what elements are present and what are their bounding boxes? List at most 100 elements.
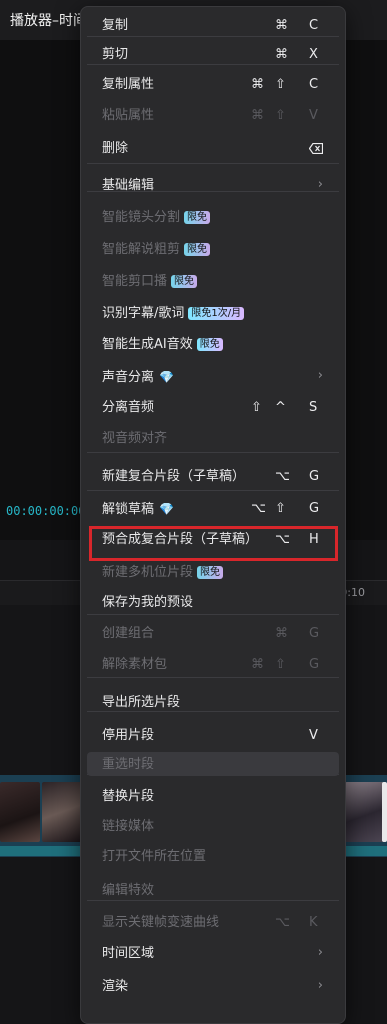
menu-item: 智能镜头分割 限免 (81, 206, 345, 230)
menu-item-label: 分离音频 (102, 400, 155, 415)
menu-item-label: 渲染 (102, 979, 129, 994)
shortcut-key: G (309, 501, 320, 516)
menu-item-label: 打开文件所在位置 (102, 849, 207, 864)
context-menu: 复制 ⌘ C 剪切 ⌘ X 复制属性 ⌘ ⇧ C 粘贴属性 ⌘ ⇧ V 删除基础编辑 › 智能镜头分割 限免 智能解… (80, 6, 346, 1024)
menu-item-label: 创建组合 (102, 626, 155, 641)
menu-item: 重选时段 (81, 753, 345, 777)
shortcut-key: ⌥ (275, 469, 290, 484)
menu-item-label: 停用片段 (102, 728, 155, 743)
menu-item-label: 视音频对齐 (102, 431, 168, 446)
free-badge: 限免 (197, 566, 224, 579)
menu-item-label: 解除素材包 (102, 657, 168, 672)
menu-item[interactable]: 复制属性 ⌘ ⇧ C (81, 73, 345, 97)
menu-item-label: 智能生成AI音效 限免 (102, 337, 223, 353)
menu-item[interactable]: 声音分离 💎 › (81, 365, 345, 389)
menu-item[interactable]: 解锁草稿 💎 ⌥ ⇧ G (81, 497, 345, 521)
menu-item-label: 删除 (102, 141, 129, 156)
menu-item: 解除素材包 ⌘ ⇧ G (81, 653, 345, 677)
menu-item-label: 复制 (102, 18, 129, 33)
shortcut-key: ⇧ (275, 501, 286, 516)
window-title: 播放器–时间 (10, 13, 87, 29)
menu-item[interactable]: 复制 ⌘ C (81, 14, 345, 38)
menu-separator (87, 490, 339, 491)
chevron-right-icon: › (317, 945, 323, 960)
shortcut-key: ⌘ (251, 77, 264, 92)
menu-item[interactable]: 剪切 ⌘ X (81, 43, 345, 67)
shortcut-key: C (309, 77, 319, 92)
shortcut-key: ⌘ (251, 108, 264, 123)
menu-item[interactable]: 智能生成AI音效 限免 (81, 333, 345, 357)
shortcut-key: ^ (275, 400, 286, 415)
menu-item[interactable]: 新建复合片段（子草稿） ⌥ G (81, 465, 345, 489)
shortcut-key: ⌘ (275, 18, 288, 33)
chevron-right-icon: › (317, 978, 323, 993)
menu-item[interactable]: 时间区域 › (81, 942, 345, 966)
menu-item[interactable]: 分离音频 ⇧ ^ S (81, 396, 345, 420)
menu-separator (87, 163, 339, 164)
menu-item: 视音频对齐 (81, 427, 345, 451)
menu-item[interactable]: 替换片段 (81, 785, 345, 809)
clip-thumbnail[interactable] (0, 782, 40, 842)
menu-item-label: 声音分离 💎 (102, 370, 174, 385)
shortcut-key: ⇧ (275, 108, 286, 123)
menu-item-label: 编辑特效 (102, 883, 155, 898)
menu-item[interactable]: 停用片段 V (81, 724, 345, 748)
menu-item[interactable]: 删除 (81, 137, 345, 161)
menu-item-label: 粘贴属性 (102, 108, 155, 123)
shortcut-key: G (309, 657, 320, 672)
shortcut-key: G (309, 626, 320, 641)
clip-thumbnail[interactable] (345, 782, 385, 842)
menu-item-label: 识别字幕/歌词 限免1次/月 (102, 306, 245, 322)
menu-item: 显示关键帧变速曲线 ⌥ K (81, 911, 345, 935)
menu-separator (87, 677, 339, 678)
menu-item[interactable]: 保存为我的预设 (81, 591, 345, 615)
free-badge: 限免 (184, 243, 211, 256)
menu-item-label: 剪切 (102, 47, 129, 62)
clip-thumbnail[interactable] (382, 782, 387, 842)
clip-thumbnail[interactable] (42, 782, 82, 842)
menu-item-label: 重选时段 (102, 757, 155, 772)
shortcut-key: V (309, 108, 318, 123)
diamond-icon: 💎 (159, 502, 174, 516)
shortcut-key: ⇧ (275, 77, 286, 92)
highlight-annotation-box (89, 526, 338, 561)
menu-item-label: 时间区域 (102, 946, 155, 961)
menu-item[interactable]: 导出所选片段 (81, 691, 345, 715)
menu-item-label: 复制属性 (102, 77, 155, 92)
menu-item: 打开文件所在位置 (81, 845, 345, 869)
menu-item-label: 导出所选片段 (102, 695, 181, 710)
menu-item-label: 链接媒体 (102, 819, 155, 834)
menu-item[interactable]: 基础编辑 › (81, 174, 345, 198)
menu-item: 链接媒体 (81, 815, 345, 839)
chevron-right-icon: › (317, 177, 323, 192)
menu-item: 创建组合 ⌘ G (81, 622, 345, 646)
menu-item: 新建多机位片段 限免 (81, 561, 345, 585)
shortcut-key: ⇧ (275, 657, 286, 672)
menu-item[interactable]: 识别字幕/歌词 限免1次/月 (81, 302, 345, 326)
menu-item-label: 基础编辑 (102, 178, 155, 193)
diamond-icon: 💎 (159, 370, 174, 384)
chevron-right-icon: › (317, 368, 323, 383)
free-badge: 限免1次/月 (188, 307, 245, 320)
menu-item-label: 智能剪口播 限免 (102, 274, 198, 290)
shortcut-key: ⌘ (251, 657, 264, 672)
menu-item: 智能解说粗剪 限免 (81, 238, 345, 262)
free-badge: 限免 (184, 211, 211, 224)
shortcut-key: S (309, 400, 318, 415)
menu-separator (87, 452, 339, 453)
menu-item-label: 新建复合片段（子草稿） (102, 469, 246, 484)
menu-item-label: 新建多机位片段 限免 (102, 565, 224, 581)
player-timecode: 00:00:00:00 (6, 504, 86, 518)
shortcut-key: ⌘ (275, 626, 288, 641)
menu-item: 编辑特效 (81, 879, 345, 903)
menu-item: 智能剪口播 限免 (81, 270, 345, 294)
free-badge: 限免 (196, 338, 223, 351)
shortcut-key: ⌥ (275, 915, 290, 930)
shortcut-key: G (309, 469, 320, 484)
menu-item-label: 显示关键帧变速曲线 (102, 915, 220, 930)
menu-item[interactable]: 渲染 › (81, 975, 345, 999)
shortcut-key: V (309, 728, 318, 743)
shortcut-key: C (309, 18, 319, 33)
shortcut-key: ⌥ (251, 501, 266, 516)
menu-item: 粘贴属性 ⌘ ⇧ V (81, 104, 345, 128)
